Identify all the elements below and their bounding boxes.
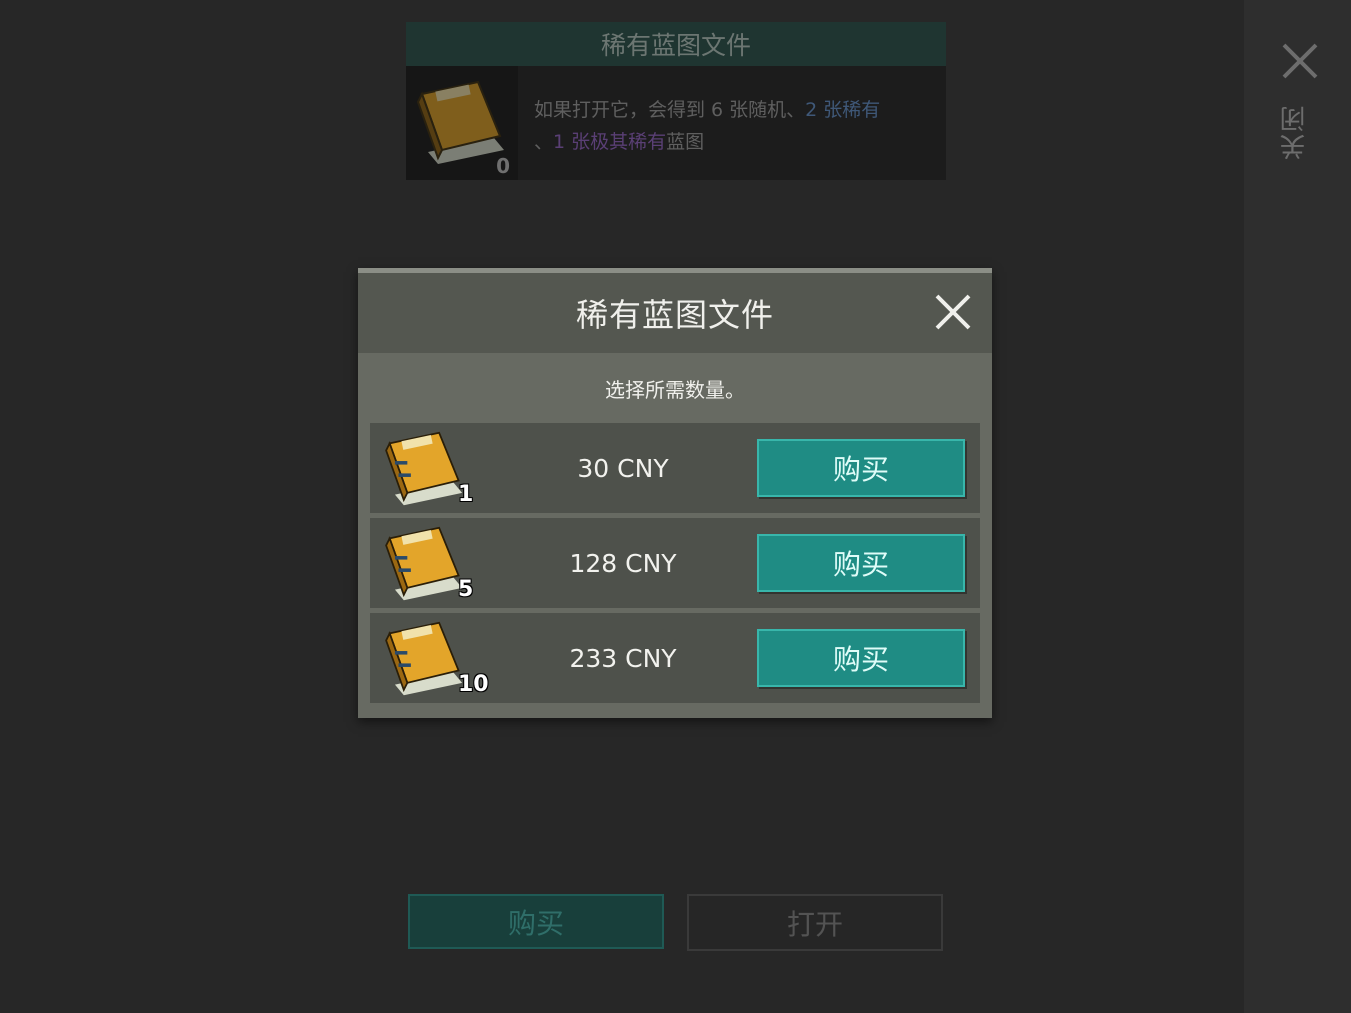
desc-text: 蓝图 — [666, 131, 705, 153]
option-buy-button[interactable]: 购买 — [757, 439, 965, 497]
option-row: 5 128 CNY 购买 — [370, 518, 980, 608]
desc-epic-text: 1 张极其稀有 — [553, 131, 667, 153]
option-buy-button[interactable]: 购买 — [757, 534, 965, 592]
desc-text: 如果打开它，会得到 6 张随机、 — [534, 99, 806, 121]
option-buy-button[interactable]: 购买 — [757, 629, 965, 687]
option-thumbnail: 1 — [382, 431, 482, 507]
option-quantity: 5 — [458, 577, 474, 602]
side-close-label[interactable]: 关闭 — [1276, 104, 1324, 160]
option-list: 1 30 CNY 购买 5 128 CNY 购买 10 233 CNY 购买 — [358, 423, 992, 703]
option-quantity: 1 — [458, 482, 474, 507]
open-button[interactable]: 打开 — [687, 894, 943, 951]
side-close-icon[interactable] — [1281, 42, 1319, 80]
dialog-subtitle: 选择所需数量。 — [605, 377, 745, 402]
option-row: 10 233 CNY 购买 — [370, 613, 980, 703]
dialog-header: 稀有蓝图文件 — [358, 273, 992, 353]
item-card-title: 稀有蓝图文件 — [406, 22, 946, 66]
item-card-description: 如果打开它，会得到 6 张随机、2 张稀有 、1 张极其稀有蓝图 — [518, 66, 946, 180]
blueprint-folder-icon — [385, 431, 463, 506]
option-quantity: 10 — [458, 672, 489, 697]
desc-text: 、 — [534, 131, 554, 153]
item-card-thumbnail: 0 — [406, 66, 518, 180]
item-card: 稀有蓝图文件 0 如果打开它，会得到 6 张随机、2 张稀有 、1 张极其稀有蓝… — [406, 22, 946, 180]
buy-button[interactable]: 购买 — [408, 894, 664, 949]
item-card-count: 0 — [496, 154, 510, 178]
blueprint-folder-icon — [416, 80, 504, 164]
option-row: 1 30 CNY 购买 — [370, 423, 980, 513]
option-thumbnail: 5 — [382, 526, 482, 602]
option-price: 30 CNY — [577, 453, 669, 483]
option-price: 233 CNY — [569, 643, 677, 673]
dialog-title: 稀有蓝图文件 — [575, 296, 774, 334]
option-price: 128 CNY — [569, 548, 677, 578]
option-thumbnail: 10 — [382, 621, 489, 697]
purchase-dialog: 稀有蓝图文件 选择所需数量。 1 30 CNY 购买 5 128 CNY 购买 … — [358, 268, 992, 718]
close-icon[interactable] — [934, 293, 972, 331]
blueprint-folder-icon — [385, 621, 463, 696]
desc-rare-text: 2 张稀有 — [805, 99, 881, 121]
blueprint-folder-icon — [385, 526, 463, 601]
